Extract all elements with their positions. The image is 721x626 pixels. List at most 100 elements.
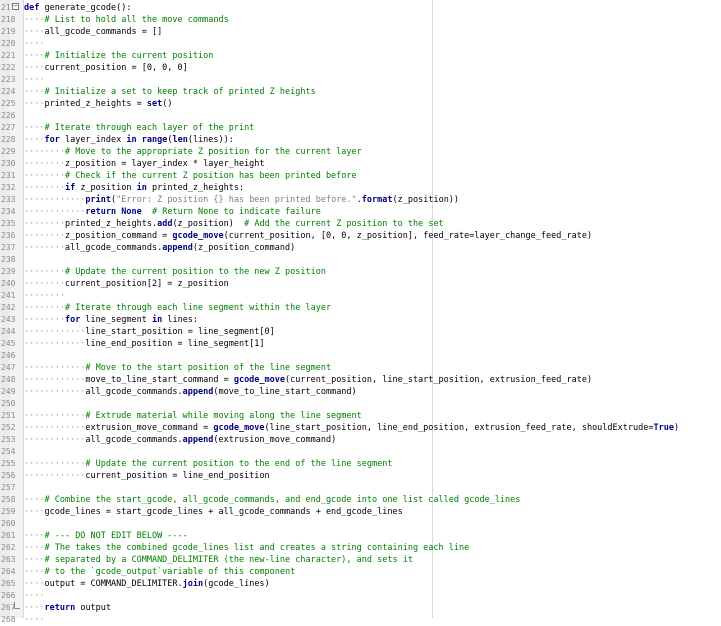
line-number: 218 bbox=[1, 15, 16, 24]
code-text: ····# to the `gcode_output`variable of t… bbox=[24, 567, 296, 577]
code-line[interactable]: 227 ····# Iterate through each layer of t… bbox=[0, 122, 721, 134]
code-line[interactable]: 235 ········printed_z_heights.add(z_posit… bbox=[0, 218, 721, 230]
code-line[interactable]: 221 ····# Initialize the current position bbox=[0, 50, 721, 62]
code-line[interactable]: 233 ············print("Error: Z position … bbox=[0, 194, 721, 206]
code-line[interactable]: 266 ···· bbox=[0, 590, 721, 602]
code-line[interactable]: 234 ············return None # Return None… bbox=[0, 206, 721, 218]
code-line[interactable]: 218 ····# List to hold all the move comma… bbox=[0, 14, 721, 26]
code-line[interactable]: 249 ············all_gcode_commands.append… bbox=[0, 386, 721, 398]
code-line[interactable]: 247 ············# Move to the start posit… bbox=[0, 362, 721, 374]
code-text: ············all_gcode_commands.append(mo… bbox=[24, 387, 357, 397]
line-number: 228 bbox=[1, 135, 16, 144]
code-text: ········# Iterate through each line segm… bbox=[24, 303, 332, 313]
line-number: 219 bbox=[1, 27, 16, 36]
code-line[interactable]: 222 ····current_position = [0, 0, 0] bbox=[0, 62, 721, 74]
code-line[interactable]: 217− def generate_gcode(): bbox=[0, 2, 721, 14]
line-number: 239 bbox=[1, 267, 16, 276]
code-line[interactable]: 226 bbox=[0, 110, 721, 122]
line-number: 238 bbox=[1, 255, 16, 264]
code-text: ········# Update the current position to… bbox=[24, 267, 326, 277]
line-number: 245 bbox=[1, 339, 16, 348]
code-text: ····# Initialize a set to keep track of … bbox=[24, 87, 316, 97]
code-line[interactable]: 238 bbox=[0, 254, 721, 266]
code-text: ············extrusion_move_command = gco… bbox=[24, 423, 680, 433]
line-number: 224 bbox=[1, 87, 16, 96]
code-line[interactable]: 248 ············move_to_line_start_comman… bbox=[0, 374, 721, 386]
line-number: 261 bbox=[1, 531, 16, 540]
code-line[interactable]: 223 ···· bbox=[0, 74, 721, 86]
code-line[interactable]: 219 ····all_gcode_commands = [] bbox=[0, 26, 721, 38]
code-text: ········# Check if the current Z positio… bbox=[24, 171, 357, 181]
code-text: ············all_gcode_commands.append(ex… bbox=[24, 435, 337, 445]
line-number: 240 bbox=[1, 279, 16, 288]
code-line[interactable]: 229 ········# Move to the appropriate Z p… bbox=[0, 146, 721, 158]
line-number: 232 bbox=[1, 183, 16, 192]
line-number: 230 bbox=[1, 159, 16, 168]
code-text: ····# Iterate through each layer of the … bbox=[24, 123, 255, 133]
code-line[interactable]: 245 ············line_end_position = line_… bbox=[0, 338, 721, 350]
code-line[interactable]: 244 ············line_start_position = lin… bbox=[0, 326, 721, 338]
code-line[interactable]: 267 ····return output bbox=[0, 602, 721, 614]
code-editor[interactable]: 217− def generate_gcode(): 218 ····# List t… bbox=[0, 0, 721, 625]
line-number: 234 bbox=[1, 207, 16, 216]
code-line[interactable]: 231 ········# Check if the current Z posi… bbox=[0, 170, 721, 182]
line-number: 220 bbox=[1, 39, 16, 48]
code-line[interactable]: 230 ········z_position = layer_index * la… bbox=[0, 158, 721, 170]
code-line[interactable]: 264 ····# to the `gcode_output`variable o… bbox=[0, 566, 721, 578]
code-text: ············return None # Return None to… bbox=[24, 207, 321, 217]
code-text: ····# --- DO NOT EDIT BELOW ---- bbox=[24, 531, 188, 541]
code-text: ········# Move to the appropriate Z posi… bbox=[24, 147, 362, 157]
code-line[interactable]: 243 ········for line_segment in lines: bbox=[0, 314, 721, 326]
code-line[interactable]: 268 ···· bbox=[0, 614, 721, 626]
code-line[interactable]: 252 ············extrusion_move_command = … bbox=[0, 422, 721, 434]
code-line[interactable]: 265 ····output = COMMAND_DELIMITER.join(g… bbox=[0, 578, 721, 590]
code-line[interactable]: 240 ········current_position[2] = z_posit… bbox=[0, 278, 721, 290]
code-line[interactable]: 251 ············# Extrude material while … bbox=[0, 410, 721, 422]
code-line[interactable]: 261 ····# --- DO NOT EDIT BELOW ---- bbox=[0, 530, 721, 542]
code-line[interactable]: 250 bbox=[0, 398, 721, 410]
code-line[interactable]: 263 ····# separated by a COMMAND_DELIMITE… bbox=[0, 554, 721, 566]
code-text: ····all_gcode_commands = [] bbox=[24, 27, 163, 37]
code-line[interactable]: 232 ········if z_position in printed_z_he… bbox=[0, 182, 721, 194]
code-line[interactable]: 241 ········ bbox=[0, 290, 721, 302]
fold-end-marker-icon bbox=[14, 602, 20, 609]
code-line[interactable]: 239 ········# Update the current position… bbox=[0, 266, 721, 278]
code-text: ····# Initialize the current position bbox=[24, 51, 214, 61]
code-text: ····# separated by a COMMAND_DELIMITER (… bbox=[24, 555, 413, 565]
code-text: def generate_gcode(): bbox=[24, 3, 132, 13]
line-number: 266 bbox=[1, 591, 16, 600]
code-line[interactable]: 257 bbox=[0, 482, 721, 494]
line-number: 264 bbox=[1, 567, 16, 576]
code-line[interactable]: 236 ········z_position_command = gcode_mo… bbox=[0, 230, 721, 242]
code-line[interactable]: 255 ············# Update the current posi… bbox=[0, 458, 721, 470]
code-line[interactable]: 256 ············current_position = line_e… bbox=[0, 470, 721, 482]
code-text: ········for line_segment in lines: bbox=[24, 315, 199, 325]
code-line[interactable]: 224 ····# Initialize a set to keep track … bbox=[0, 86, 721, 98]
code-line[interactable]: 262 ····# The takes the combined gcode_li… bbox=[0, 542, 721, 554]
line-number: 262 bbox=[1, 543, 16, 552]
line-number: 244 bbox=[1, 327, 16, 336]
code-line[interactable]: 253 ············all_gcode_commands.append… bbox=[0, 434, 721, 446]
line-number: 249 bbox=[1, 387, 16, 396]
code-line[interactable]: 242 ········# Iterate through each line s… bbox=[0, 302, 721, 314]
line-number: 226 bbox=[1, 111, 16, 120]
code-line[interactable]: 260 bbox=[0, 518, 721, 530]
fold-collapse-icon[interactable]: − bbox=[12, 3, 19, 10]
code-line[interactable]: 259 ····gcode_lines = start_gcode_lines +… bbox=[0, 506, 721, 518]
code-text: ············print("Error: Z position {} … bbox=[24, 195, 460, 205]
code-line[interactable]: 258 ····# Combine the start_gcode, all_gc… bbox=[0, 494, 721, 506]
code-area[interactable]: 217− def generate_gcode(): 218 ····# List t… bbox=[0, 2, 721, 626]
code-line[interactable]: 254 bbox=[0, 446, 721, 458]
code-line[interactable]: 220 ···· bbox=[0, 38, 721, 50]
line-number: 254 bbox=[1, 447, 16, 456]
line-number: 241 bbox=[1, 291, 16, 300]
code-text: ············line_end_position = line_seg… bbox=[24, 339, 265, 349]
code-text: ········z_position_command = gcode_move(… bbox=[24, 231, 593, 241]
code-line[interactable]: 246 bbox=[0, 350, 721, 362]
code-line[interactable]: 237 ········all_gcode_commands.append(z_p… bbox=[0, 242, 721, 254]
line-number: 233 bbox=[1, 195, 16, 204]
code-line[interactable]: 228 ····for layer_index in range(len(line… bbox=[0, 134, 721, 146]
code-text: ············line_start_position = line_s… bbox=[24, 327, 275, 337]
line-number: 252 bbox=[1, 423, 16, 432]
code-line[interactable]: 225 ····printed_z_heights = set() bbox=[0, 98, 721, 110]
